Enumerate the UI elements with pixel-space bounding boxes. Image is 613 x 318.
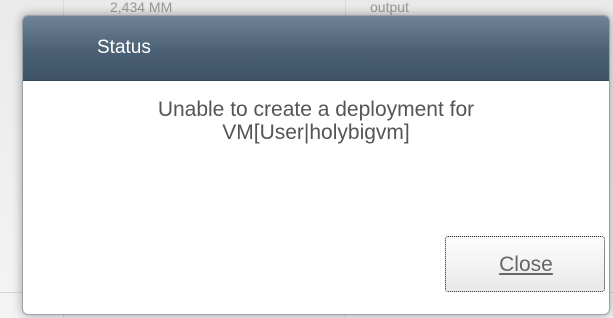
close-button-label: Close [499, 253, 553, 276]
background-cell-text: 2,434 MM [110, 0, 173, 15]
dialog-title: Status [97, 37, 151, 58]
dialog-titlebar: Status [23, 16, 609, 81]
close-button[interactable]: Close [445, 236, 605, 292]
background-cell-text: output [370, 0, 409, 15]
dialog-message-line: Unable to create a deployment for [157, 98, 475, 121]
dialog-message: Unable to create a deployment for VM[Use… [23, 98, 609, 144]
dialog-message-line: VM[User|holybigvm] [222, 121, 410, 144]
status-dialog: Status Unable to create a deployment for… [22, 15, 610, 315]
